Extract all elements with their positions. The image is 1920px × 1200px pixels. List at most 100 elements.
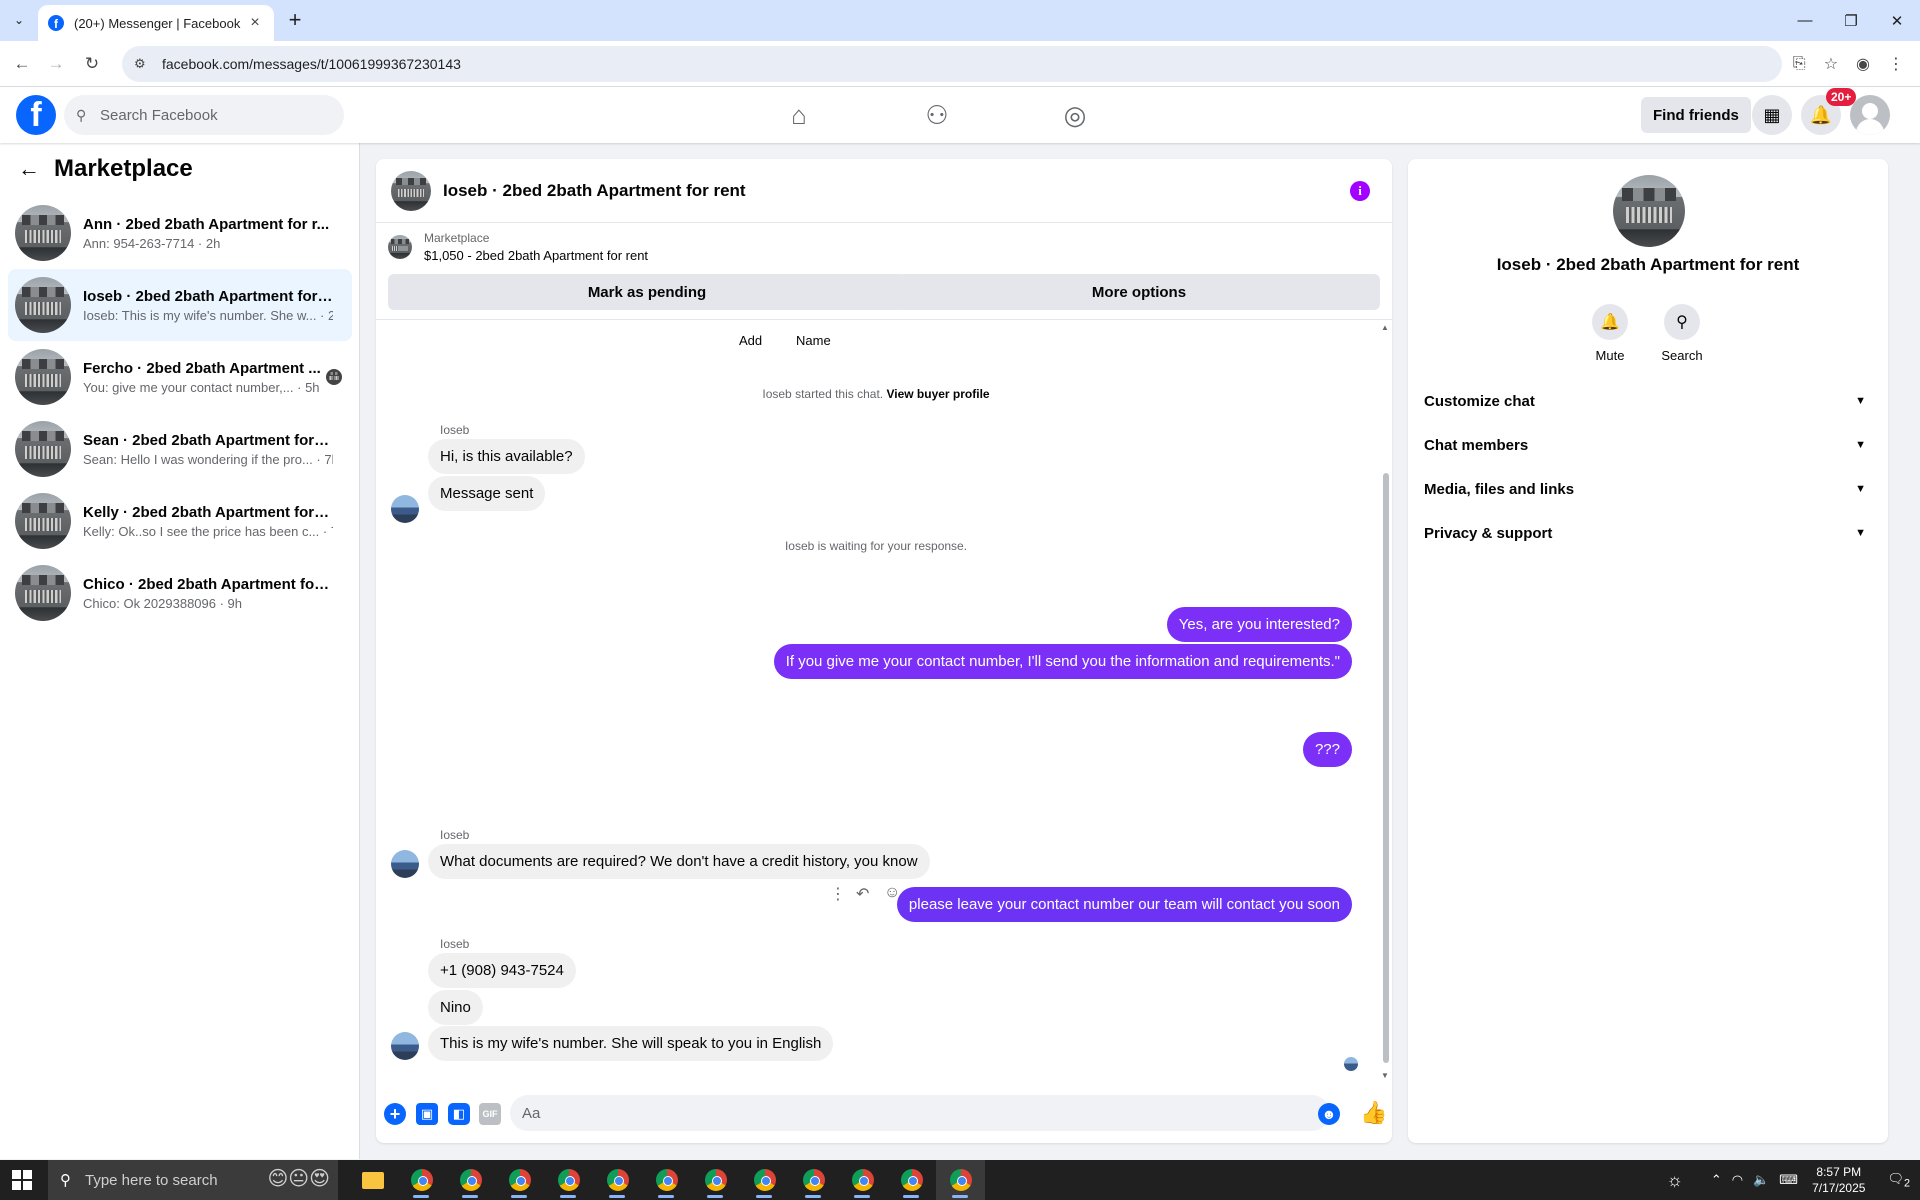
restore-icon[interactable]: ❐ bbox=[1828, 0, 1874, 41]
mark-as-pending-button[interactable]: Mark as pending bbox=[388, 274, 906, 310]
tab-search-icon[interactable]: ⌄ bbox=[8, 9, 30, 31]
chrome-window-icon[interactable] bbox=[495, 1160, 544, 1200]
incoming-message[interactable]: Nino bbox=[428, 990, 483, 1025]
search-in-chat-button[interactable]: ⚲ Search bbox=[1652, 304, 1712, 363]
site-info-icon[interactable]: ⚙ bbox=[134, 56, 150, 72]
facebook-logo-icon[interactable]: f bbox=[16, 95, 56, 135]
chrome-window-icon[interactable] bbox=[593, 1160, 642, 1200]
emoji-picker-icon[interactable]: ☻ bbox=[1318, 1103, 1340, 1125]
incoming-message[interactable]: What documents are required? We don't ha… bbox=[428, 844, 930, 879]
new-tab-icon[interactable]: + bbox=[282, 8, 308, 34]
chat-thumbnail[interactable] bbox=[391, 170, 431, 211]
info-icon[interactable]: i bbox=[1350, 181, 1370, 201]
scroll-up-icon[interactable]: ▲ bbox=[1381, 323, 1389, 332]
incoming-message[interactable]: Message sent bbox=[428, 476, 546, 511]
outgoing-message[interactable]: If you give me your contact number, I'll… bbox=[773, 644, 1352, 679]
profile-icon[interactable]: ◉ bbox=[1856, 54, 1870, 74]
conversation-item-active[interactable]: Ioseb · 2bed 2bath Apartment for ... Iose… bbox=[8, 269, 352, 341]
volume-icon[interactable]: 🔈 bbox=[1753, 1172, 1769, 1188]
conversation-name: Ioseb · 2bed 2bath Apartment for ... bbox=[83, 287, 333, 305]
add-more-icon[interactable]: + bbox=[384, 1103, 406, 1125]
chrome-window-icon[interactable] bbox=[397, 1160, 446, 1200]
facebook-search-input[interactable]: ⚲ Search Facebook bbox=[64, 95, 344, 135]
listing-summary[interactable]: Marketplace $1,050 - 2bed 2bath Apartmen… bbox=[388, 231, 648, 263]
message-input[interactable]: Aa bbox=[510, 1095, 1330, 1131]
thread-scrollbar[interactable]: ▲ ▼ bbox=[1380, 323, 1392, 1083]
network-icon[interactable]: ◠ bbox=[1732, 1172, 1743, 1188]
friends-icon[interactable]: ⚇ bbox=[912, 87, 962, 143]
media-files-links-section[interactable]: Media, files and links ▼ bbox=[1416, 467, 1878, 511]
conversation-name: Ann · 2bed 2bath Apartment for r... bbox=[83, 215, 330, 233]
listing-photo[interactable] bbox=[1613, 175, 1685, 247]
customize-chat-section[interactable]: Customize chat ▼ bbox=[1416, 379, 1878, 423]
browser-tab[interactable]: f (20+) Messenger | Facebook × bbox=[38, 5, 274, 41]
show-hidden-icons-icon[interactable]: ⌃ bbox=[1711, 1172, 1722, 1188]
privacy-support-section[interactable]: Privacy & support ▼ bbox=[1416, 511, 1878, 555]
clock[interactable]: 8:57 PM 7/17/2025 bbox=[1812, 1164, 1865, 1196]
incoming-message[interactable]: +1 (908) 943-7524 bbox=[428, 953, 576, 988]
close-tab-icon[interactable]: × bbox=[246, 14, 264, 32]
name-label[interactable]: Name bbox=[796, 333, 831, 348]
account-avatar[interactable] bbox=[1850, 95, 1890, 135]
install-app-icon[interactable]: ⎘ bbox=[1793, 55, 1806, 73]
more-actions-icon[interactable]: ⋮ bbox=[830, 884, 846, 904]
outgoing-message[interactable]: ??? bbox=[1302, 732, 1352, 767]
chat-header: Ioseb · 2bed 2bath Apartment for rent i bbox=[376, 159, 1392, 223]
close-window-icon[interactable]: ✕ bbox=[1874, 0, 1920, 41]
windows-start-icon[interactable] bbox=[12, 1170, 32, 1190]
url-field[interactable]: ⚙ facebook.com/messages/t/10061999367230… bbox=[122, 46, 1782, 82]
sticker-icon[interactable]: ◧ bbox=[448, 1103, 470, 1125]
read-receipt-avatar bbox=[326, 369, 342, 385]
browser-menu-icon[interactable]: ⋮ bbox=[1888, 54, 1904, 74]
outgoing-message[interactable]: Yes, are you interested? bbox=[1166, 607, 1352, 642]
sender-avatar[interactable] bbox=[391, 850, 419, 878]
thumbs-up-icon[interactable]: 👍 bbox=[1360, 1100, 1387, 1126]
more-options-button[interactable]: More options bbox=[898, 274, 1380, 310]
notification-center-icon[interactable]: 🗨2 bbox=[1887, 1171, 1910, 1190]
scroll-down-icon[interactable]: ▼ bbox=[1381, 1071, 1389, 1080]
reply-icon[interactable]: ↶ bbox=[856, 884, 869, 904]
view-buyer-profile-link[interactable]: View buyer profile bbox=[886, 387, 989, 401]
menu-grid-icon[interactable]: ▦ bbox=[1752, 95, 1792, 135]
chat-title[interactable]: Ioseb · 2bed 2bath Apartment for rent bbox=[443, 181, 746, 201]
chrome-window-icon[interactable] bbox=[887, 1160, 936, 1200]
chrome-window-icon[interactable] bbox=[642, 1160, 691, 1200]
chrome-window-icon[interactable] bbox=[691, 1160, 740, 1200]
attach-image-icon[interactable]: ▣ bbox=[416, 1103, 438, 1125]
file-explorer-icon[interactable] bbox=[348, 1160, 397, 1200]
chrome-window-icon[interactable] bbox=[838, 1160, 887, 1200]
conversation-item[interactable]: Ann · 2bed 2bath Apartment for r... Ann: … bbox=[8, 197, 352, 269]
keyboard-icon[interactable]: ⌨ bbox=[1779, 1172, 1798, 1188]
home-icon[interactable]: ⌂ bbox=[774, 87, 824, 143]
message-thread: Add Name Ioseb started this chat. View b… bbox=[376, 321, 1376, 1081]
conversation-item[interactable]: Sean · 2bed 2bath Apartment for r... Sean… bbox=[8, 413, 352, 485]
chat-members-section[interactable]: Chat members ▼ bbox=[1416, 423, 1878, 467]
chrome-window-icon[interactable] bbox=[740, 1160, 789, 1200]
conversation-item[interactable]: Chico · 2bed 2bath Apartment for ... Chic… bbox=[8, 557, 352, 629]
back-arrow-icon[interactable]: ← bbox=[18, 156, 40, 182]
mute-button[interactable]: 🔔 Mute bbox=[1580, 304, 1640, 363]
bookmark-star-icon[interactable]: ☆ bbox=[1824, 54, 1838, 74]
conversation-item[interactable]: Fercho · 2bed 2bath Apartment ... You: gi… bbox=[8, 341, 352, 413]
sender-avatar[interactable] bbox=[391, 495, 419, 523]
weather-icon[interactable]: ☼ bbox=[1666, 1170, 1683, 1191]
scroll-thumb[interactable] bbox=[1383, 473, 1389, 1063]
outgoing-message[interactable]: please leave your contact number our tea… bbox=[896, 887, 1352, 922]
add-label[interactable]: Add bbox=[739, 333, 762, 348]
forward-icon[interactable]: → bbox=[44, 52, 68, 76]
groups-icon[interactable]: ◎ bbox=[1050, 87, 1100, 143]
gif-icon[interactable]: GIF bbox=[479, 1103, 501, 1125]
chrome-window-icon[interactable] bbox=[544, 1160, 593, 1200]
reload-icon[interactable]: ↻ bbox=[80, 52, 104, 76]
find-friends-button[interactable]: Find friends bbox=[1641, 97, 1751, 133]
incoming-message[interactable]: Hi, is this available? bbox=[428, 439, 585, 474]
chrome-window-icon[interactable] bbox=[446, 1160, 495, 1200]
back-icon[interactable]: ← bbox=[10, 52, 34, 76]
incoming-message[interactable]: This is my wife's number. She will speak… bbox=[428, 1026, 834, 1061]
minimize-icon[interactable]: — bbox=[1782, 0, 1828, 41]
chrome-window-icon[interactable] bbox=[789, 1160, 838, 1200]
chrome-window-icon-active[interactable] bbox=[936, 1160, 985, 1200]
taskbar-search-input[interactable]: ⚲ Type here to search 😊😐😍 bbox=[48, 1160, 338, 1200]
conversation-item[interactable]: Kelly · 2bed 2bath Apartment for r... Kel… bbox=[8, 485, 352, 557]
sender-avatar[interactable] bbox=[391, 1032, 419, 1060]
